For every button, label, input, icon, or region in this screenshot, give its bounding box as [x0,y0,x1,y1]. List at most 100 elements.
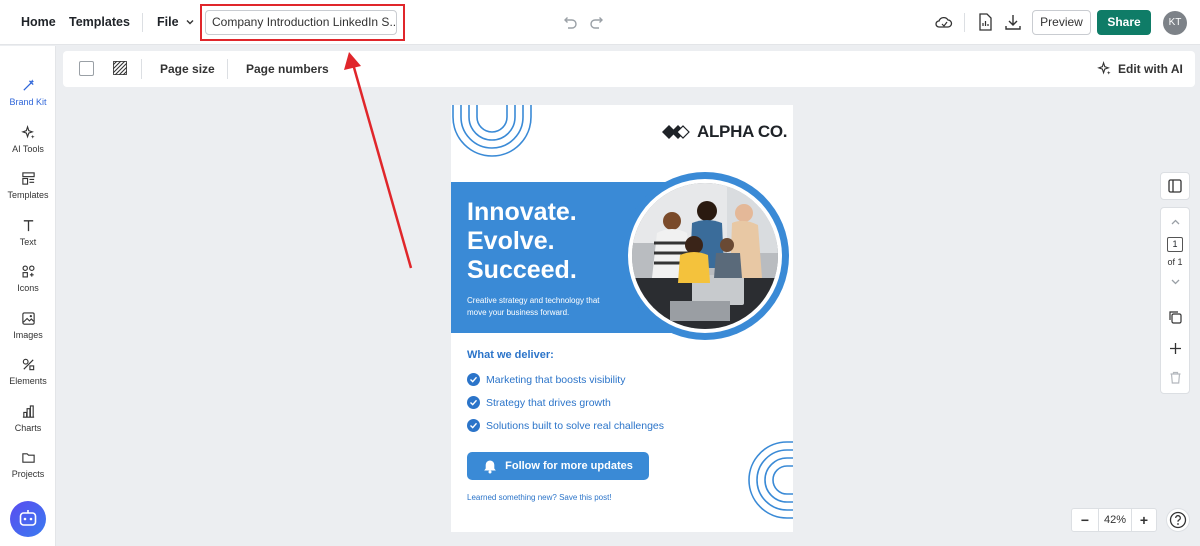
image-icon [21,312,35,325]
sidebar-item-charts[interactable]: Charts [0,404,56,446]
sidebar-item-ai-tools[interactable]: AI Tools [0,125,56,167]
footer-note[interactable]: Learned something new? Save this post! [467,493,612,502]
elements-icon [22,358,34,371]
deliver-item-text: Strategy that drives growth [486,396,611,409]
sidebar-item-label: Icons [17,283,39,293]
logo-mark-icon [662,125,690,139]
add-page-icon[interactable] [1168,341,1183,356]
sparkle-icon [1097,61,1111,75]
chart-icon [22,405,34,418]
divider [142,13,143,32]
sidebar-item-label: AI Tools [12,144,44,154]
background-color-swatch[interactable] [79,61,94,76]
file-menu[interactable]: File [157,15,195,29]
share-button[interactable]: Share [1097,10,1151,35]
headline-line: Innovate. [467,198,577,226]
follow-cta-label: Follow for more updates [505,460,633,472]
ai-assistant-button[interactable] [10,501,46,537]
headline-line: Succeed. [467,256,577,284]
sidebar-item-label: Charts [14,423,42,433]
divider [141,59,142,79]
panel-toggle-icon [1168,179,1182,193]
page-controls [1160,207,1190,394]
sidebar-item-text[interactable]: Text [0,218,56,260]
duplicate-page-icon[interactable] [1168,310,1183,325]
export-pdf-icon[interactable] [975,12,995,32]
sidebar-item-label: Projects [11,469,45,479]
editor-toolbar: Page size Page numbers Edit with AI [63,51,1195,87]
chevron-down-icon [186,20,194,25]
headline[interactable]: Innovate. Evolve. Succeed. [467,198,577,285]
sidebar-item-elements[interactable]: Elements [0,357,56,399]
check-circle-icon [467,373,480,386]
deliver-item[interactable]: Marketing that boosts visibility [467,373,625,386]
templates-icon [21,172,35,185]
arc-decoration-bottom[interactable] [741,440,793,520]
sidebar-item-images[interactable]: Images [0,311,56,353]
templates-link[interactable]: Templates [69,15,130,29]
chevron-down-icon[interactable] [1169,275,1182,288]
zoom-level[interactable]: 42% [1098,509,1132,531]
arc-decoration-top[interactable] [451,105,536,160]
trash-icon[interactable] [1168,370,1183,385]
design-page[interactable]: ALPHA CO. Innovate. Evolve. Succeed. Cre… [451,105,793,532]
help-icon [1169,511,1187,529]
text-icon [23,220,33,232]
edit-with-ai-label: Edit with AI [1118,61,1183,76]
sidebar-item-projects[interactable]: Projects [0,450,56,492]
deliver-item-text: Marketing that boosts visibility [486,373,626,386]
preview-button[interactable]: Preview [1032,10,1091,35]
page-count: of 1 [1167,257,1183,267]
top-bar: Home Templates File Company Introduction… [0,0,1200,45]
shapes-icon [22,265,34,278]
current-page-number[interactable]: 1 [1167,237,1183,252]
subheadline[interactable]: Creative strategy and technology that mo… [467,295,617,319]
team-photo-frame[interactable] [628,179,782,333]
cloud-sync-icon[interactable] [934,12,954,32]
help-button[interactable] [1166,508,1190,532]
check-circle-icon [467,396,480,409]
sidebar-item-label: Elements [9,376,47,386]
sidebar-item-label: Templates [7,190,49,200]
redo-icon[interactable] [588,13,606,31]
file-menu-label: File [157,15,179,29]
divider [964,13,965,32]
follow-cta-button[interactable]: Follow for more updates [467,452,649,480]
company-logo[interactable]: ALPHA CO. [661,122,787,142]
sidebar-item-label: Images [13,330,43,340]
home-link[interactable]: Home [21,15,56,29]
title-highlight-box [200,4,405,41]
zoom-in-button[interactable]: + [1133,509,1155,531]
team-photo [632,183,778,329]
page-numbers-button[interactable]: Page numbers [246,62,329,76]
avatar[interactable]: KT [1163,11,1187,35]
panel-toggle-button[interactable] [1160,172,1190,200]
folder-icon [21,453,35,463]
bot-icon [19,510,37,526]
sidebar-item-label: Brand Kit [9,97,47,107]
sidebar-item-icons[interactable]: Icons [0,264,56,306]
bell-icon [484,460,496,473]
check-circle-icon [467,419,480,432]
sidebar-item-brand-kit[interactable]: Brand Kit [0,78,56,120]
undo-icon[interactable] [561,13,579,31]
sidebar-item-templates[interactable]: Templates [0,171,56,213]
deliver-title[interactable]: What we deliver: [467,349,554,361]
brand-kit-icon [22,79,34,91]
download-icon[interactable] [1003,12,1023,32]
sparkle-icon [20,125,35,139]
deliver-item[interactable]: Strategy that drives growth [467,396,611,409]
divider [227,59,228,79]
zoom-control: − 42% + [1071,508,1157,532]
zoom-out-button[interactable]: − [1074,509,1096,531]
page-size-button[interactable]: Page size [160,62,215,76]
transparency-icon[interactable] [113,61,127,75]
deliver-item[interactable]: Solutions built to solve real challenges [467,419,664,432]
team-photo-illustration [632,183,778,329]
chevron-up-icon[interactable] [1169,216,1182,229]
left-sidebar: Brand Kit AI Tools Templates Text Icons … [0,46,56,546]
logo-text: ALPHA CO. [697,122,788,141]
deliver-item-text: Solutions built to solve real challenges [486,419,665,432]
sidebar-item-label: Text [19,237,37,247]
edit-with-ai-button[interactable]: Edit with AI [1097,61,1183,76]
